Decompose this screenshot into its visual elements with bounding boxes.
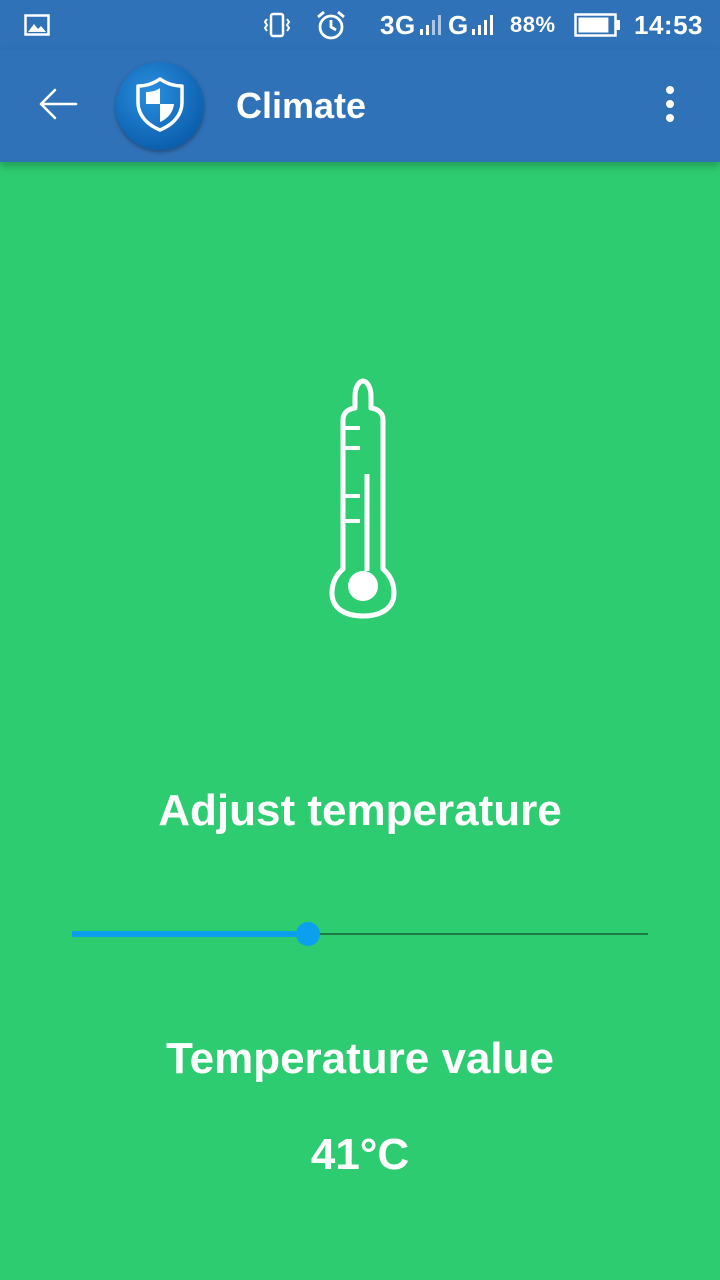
network-g-label: G [448, 9, 469, 40]
status-bar: 3G G 88% 14:53 [0, 0, 720, 50]
shield-logo-icon [134, 76, 186, 137]
signal-icon [470, 0, 494, 50]
adjust-temperature-label: Adjust temperature [158, 786, 562, 835]
signal-icon [418, 0, 442, 50]
app-bar: Climate [0, 50, 720, 162]
temperature-value: 41°C [310, 1130, 410, 1179]
temperature-slider[interactable] [72, 912, 648, 956]
battery-icon [574, 0, 622, 50]
slider-fill [72, 931, 309, 937]
battery-percent: 88% [510, 12, 556, 37]
gallery-icon [24, 0, 50, 50]
clock: 14:53 [634, 9, 703, 40]
app-logo [116, 62, 204, 150]
back-button[interactable] [28, 76, 88, 136]
vibrate-icon [262, 0, 292, 50]
back-arrow-icon [38, 88, 78, 125]
temperature-value-label: Temperature value [165, 1034, 554, 1083]
thermometer-icon [318, 376, 408, 621]
network-3g-label: 3G [380, 9, 416, 40]
slider-thumb[interactable] [296, 922, 321, 946]
overflow-menu-icon [664, 85, 676, 127]
alarm-icon [314, 0, 348, 50]
page-title: Climate [236, 85, 367, 126]
overflow-menu-button[interactable] [642, 76, 698, 136]
